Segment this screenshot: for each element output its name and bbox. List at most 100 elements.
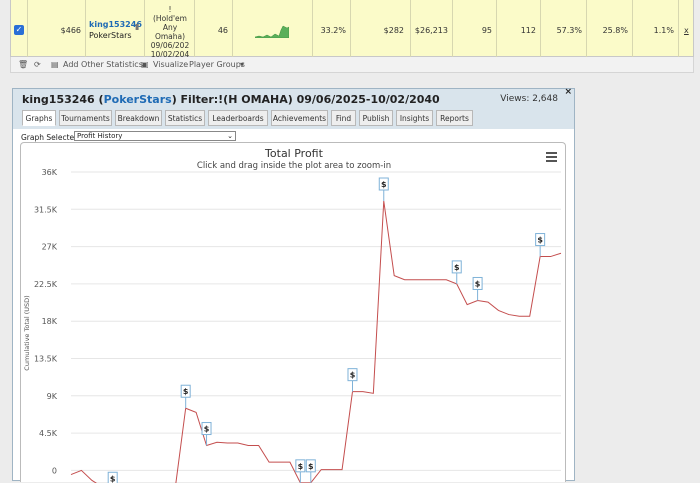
stat-value: $26,213 xyxy=(414,26,448,35)
player-name-link[interactable]: king153246 xyxy=(89,20,142,29)
svg-text:$: $ xyxy=(110,474,116,483)
stat-value: 33.2% xyxy=(320,26,346,35)
player-graph-panel: king153246 (PokerStars) Filter:!(H OMAHA… xyxy=(12,87,575,483)
profit-series-line xyxy=(70,200,562,483)
chevron-down-icon: ▾ xyxy=(240,60,245,69)
tab-achievements[interactable]: Achievements xyxy=(271,110,328,126)
cell-filter: ! (Hold'em Any Omaha) 09/06/202 10/02/20… xyxy=(145,0,195,59)
y-tick-label: 31.5K xyxy=(34,205,58,214)
filter-line: (Hold'em xyxy=(153,14,187,23)
panel-header: king153246 (PokerStars) Filter:!(H OMAHA… xyxy=(13,87,574,129)
cell-stat5: 112 xyxy=(497,0,541,57)
tab-publish[interactable]: Publish xyxy=(359,110,393,126)
cell-stat1: 33.2% xyxy=(313,0,351,57)
y-tick-label: 18K xyxy=(42,317,58,326)
filter-line: Omaha) xyxy=(154,32,186,41)
player-row: ✓ $466 king153246 PokerStars ▮ ! (Hold'e… xyxy=(10,0,695,59)
tournament-marker[interactable]: $ xyxy=(347,368,358,392)
cell-stat3: $26,213 xyxy=(411,0,453,57)
winnings-value: $466 xyxy=(60,26,81,35)
y-tick-label: 13.5K xyxy=(34,355,58,364)
player-site: PokerStars xyxy=(89,31,132,40)
tournament-marker[interactable]: $ xyxy=(472,276,483,301)
tournament-marker[interactable]: $ xyxy=(201,422,212,446)
sessions-value: 46 xyxy=(217,26,228,35)
cell-sparkline xyxy=(233,0,313,57)
svg-text:$: $ xyxy=(381,180,387,189)
tournament-marker[interactable]: $ xyxy=(107,471,118,483)
filter-line: ! xyxy=(168,5,172,14)
add-stats-button[interactable]: Add Other Statistics xyxy=(63,60,143,69)
views-count: Views: 2,648 xyxy=(500,94,558,104)
tournament-marker[interactable]: $ xyxy=(295,459,306,483)
svg-text:$: $ xyxy=(350,371,356,380)
svg-text:$: $ xyxy=(475,279,481,288)
tab-tournaments[interactable]: Tournaments xyxy=(59,110,112,126)
row-toolbar: 🗑 ⟳ ▤ Add Other Statistics ▣ Visualize P… xyxy=(10,57,694,73)
tournament-marker[interactable]: $ xyxy=(180,384,191,409)
panel-filter-text: Filter:!(H OMAHA) 09/06/2025-10/02/2040 xyxy=(180,93,440,106)
close-icon[interactable]: × xyxy=(564,87,572,97)
cell-winnings: $466 xyxy=(28,0,86,57)
svg-text:$: $ xyxy=(298,462,304,471)
add-stats-icon: ▤ xyxy=(51,60,59,69)
profit-chart[interactable]: 36K 31.5K 27K 22.5K 18K 13.5K 9K 4.5K 0 Cumulativ… xyxy=(21,143,567,483)
y-tick-label: 0 xyxy=(52,466,57,475)
tab-graphs[interactable]: Graphs xyxy=(22,110,56,126)
y-tick-label: 36K xyxy=(42,168,58,177)
tab-statistics[interactable]: Statistics xyxy=(165,110,205,126)
stat-value: 57.3% xyxy=(556,26,582,35)
y-tick-label: 27K xyxy=(42,243,58,252)
cell-sessions: 46 xyxy=(195,0,233,57)
tab-breakdown[interactable]: Breakdown xyxy=(115,110,162,126)
graph-select-dropdown[interactable]: Profit History ⌄ xyxy=(74,131,236,141)
trash-icon[interactable]: 🗑 xyxy=(18,60,28,69)
tab-insights[interactable]: Insights xyxy=(396,110,433,126)
filter-line: Any xyxy=(162,23,178,32)
tournament-marker[interactable]: $ xyxy=(451,260,462,284)
y-tick-label: 22.5K xyxy=(34,280,58,289)
tab-leaderboards[interactable]: Leaderboards xyxy=(208,110,268,126)
y-tick-label: 9K xyxy=(47,392,58,401)
cell-stat6: 57.3% xyxy=(541,0,587,57)
cell-remove: x xyxy=(679,0,695,57)
cell-stat8: 1.1% xyxy=(633,0,679,57)
sparkline-chart xyxy=(255,25,289,38)
cell-player: king153246 PokerStars ▮ xyxy=(86,0,145,57)
svg-text:$: $ xyxy=(454,263,460,272)
cell-stat2: $282 xyxy=(351,0,411,57)
graph-selected-label: Graph Selected: xyxy=(21,133,82,142)
filter-line: 09/06/202 xyxy=(150,41,190,50)
panel-site-link[interactable]: PokerStars xyxy=(104,93,172,106)
stat-value: 25.8% xyxy=(602,26,628,35)
tab-reports[interactable]: Reports xyxy=(436,110,473,126)
panel-player-name: king153246 xyxy=(22,93,95,106)
cell-stat7: 25.8% xyxy=(587,0,633,57)
tournament-marker[interactable]: $ xyxy=(535,233,546,257)
svg-text:$: $ xyxy=(183,387,189,396)
panel-title: king153246 (PokerStars) Filter:!(H OMAHA… xyxy=(22,93,440,106)
graph-select-value: Profit History xyxy=(77,132,123,140)
cell-stat4: 95 xyxy=(453,0,497,57)
y-axis-label: Cumulative Total (USD) xyxy=(23,295,31,370)
svg-text:$: $ xyxy=(537,236,543,245)
player-groups-button[interactable]: Player Groups xyxy=(189,60,245,69)
remove-row-button[interactable]: x xyxy=(684,26,689,35)
chart-container[interactable]: Total Profit Click and drag inside the p… xyxy=(20,142,567,483)
stat-value: $282 xyxy=(383,26,404,35)
stat-value: 1.1% xyxy=(653,26,674,35)
refresh-icon[interactable]: ⟳ xyxy=(34,60,41,69)
tournament-marker[interactable]: $ xyxy=(378,177,389,202)
lock-icon: ▮ xyxy=(135,22,140,31)
stat-value: 112 xyxy=(520,26,536,35)
cell-select xyxy=(11,0,28,57)
tab-find[interactable]: Find xyxy=(331,110,356,126)
svg-text:$: $ xyxy=(204,425,210,434)
visualize-icon: ▣ xyxy=(141,60,149,69)
filter-text: ! (Hold'em Any Omaha) 09/06/202 10/02/20… xyxy=(145,5,195,59)
chevron-down-icon: ⌄ xyxy=(227,132,233,140)
y-tick-label: 4.5K xyxy=(39,429,58,438)
visualize-button[interactable]: Visualize xyxy=(153,60,188,69)
svg-text:$: $ xyxy=(308,462,314,471)
stat-value: 95 xyxy=(481,26,492,35)
